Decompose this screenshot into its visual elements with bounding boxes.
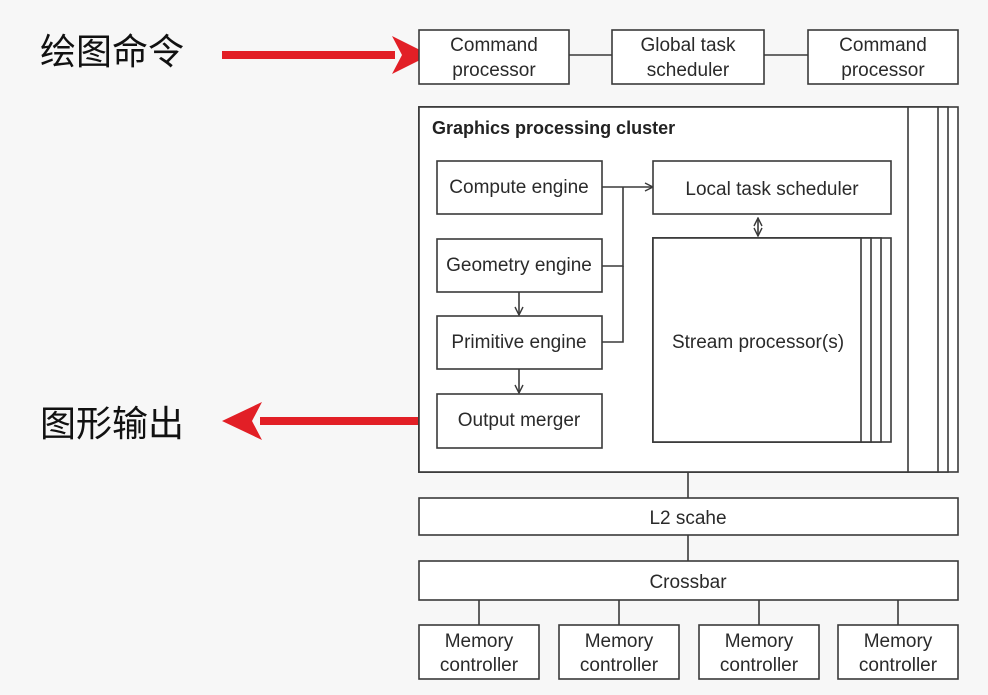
memory-controller-1-line1: Memory: [445, 631, 514, 652]
memory-controller-3-line2: controller: [720, 655, 799, 676]
command-processor-left: Command processor: [418, 29, 570, 85]
memory-controller-4: Memory controller: [837, 624, 959, 680]
primitive-engine: Primitive engine: [436, 315, 603, 370]
command-processor-right-line2: processor: [841, 60, 925, 81]
output-merger: Output merger: [436, 393, 603, 449]
global-task-scheduler-line1: Global task: [640, 35, 736, 56]
stream-processors: Stream processor(s): [652, 237, 892, 443]
global-task-scheduler-line2: scheduler: [647, 60, 730, 81]
l2-cache: L2 scahe: [418, 497, 959, 536]
memory-controller-4-line1: Memory: [864, 631, 933, 652]
crossbar-label: Crossbar: [649, 572, 727, 593]
input-arrow: [222, 36, 430, 74]
gpu-architecture-diagram: 绘图命令 图形输出 Command processor Global task …: [40, 29, 959, 680]
compute-engine: Compute engine: [436, 160, 603, 215]
graphics-output-label: 图形输出: [40, 404, 184, 445]
command-processor-right-line1: Command: [839, 35, 927, 56]
output-merger-label: Output merger: [458, 410, 581, 431]
primitive-engine-label: Primitive engine: [451, 332, 586, 353]
l2-cache-label: L2 scahe: [649, 508, 726, 529]
memory-controller-2: Memory controller: [558, 624, 680, 680]
local-task-scheduler-label: Local task scheduler: [685, 179, 859, 200]
compute-engine-label: Compute engine: [449, 177, 588, 198]
memory-controller-1: Memory controller: [418, 624, 540, 680]
output-arrow: [222, 402, 432, 440]
memory-controller-4-line2: controller: [859, 655, 938, 676]
global-task-scheduler: Global task scheduler: [611, 29, 765, 85]
geometry-engine-label: Geometry engine: [446, 255, 592, 276]
local-task-scheduler: Local task scheduler: [652, 160, 892, 215]
command-processor-right: Command processor: [807, 29, 959, 85]
command-processor-left-line2: processor: [452, 60, 536, 81]
crossbar: Crossbar: [418, 560, 959, 601]
memory-controller-2-line1: Memory: [585, 631, 654, 652]
draw-commands-label: 绘图命令: [40, 32, 184, 73]
memory-controller-2-line2: controller: [580, 655, 659, 676]
memory-controller-3-line1: Memory: [725, 631, 794, 652]
geometry-engine: Geometry engine: [436, 238, 603, 293]
gpc-title: Graphics processing cluster: [432, 118, 675, 138]
command-processor-left-line1: Command: [450, 35, 538, 56]
memory-controller-1-line2: controller: [440, 655, 519, 676]
memory-controller-3: Memory controller: [698, 624, 820, 680]
stream-processors-label: Stream processor(s): [672, 332, 844, 353]
